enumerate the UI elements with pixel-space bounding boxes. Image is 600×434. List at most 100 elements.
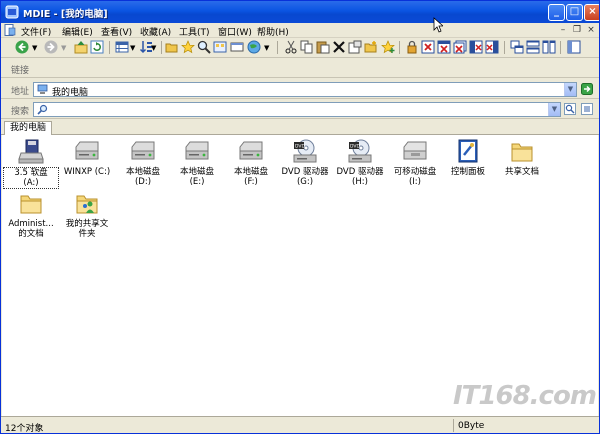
cut-icon[interactable] xyxy=(284,40,298,54)
toolbar-separator xyxy=(109,41,110,54)
toolbar-separator xyxy=(399,41,400,54)
item-label: 控制面板 xyxy=(450,167,485,177)
new-folder-icon[interactable] xyxy=(364,40,378,54)
close-all-icon[interactable] xyxy=(453,40,467,54)
mdi-close-button[interactable]: × xyxy=(585,24,597,36)
window-icon[interactable] xyxy=(230,40,244,54)
close-right-icon[interactable] xyxy=(485,40,499,54)
view-icon[interactable] xyxy=(115,40,129,54)
title-bar[interactable]: MDIE - [我的电脑] _ □ × xyxy=(1,1,599,23)
close-left-icon[interactable] xyxy=(469,40,483,54)
item-label: 本地磁盘 (D:) xyxy=(125,167,160,187)
item-floppy-a[interactable]: 3.5 软盘 (A:) xyxy=(3,139,59,189)
copy-icon[interactable] xyxy=(300,40,314,54)
open-folder-icon[interactable] xyxy=(165,40,179,54)
watermark: IT168.com xyxy=(453,381,597,411)
forward-dropdown-icon[interactable]: ▼ xyxy=(61,44,75,58)
window-title: MDIE - [我的电脑] xyxy=(23,9,108,20)
search-go-icon[interactable] xyxy=(564,103,576,115)
tab-my-computer[interactable]: 我的电脑 xyxy=(4,121,53,136)
item-control-panel[interactable]: 控制面板 xyxy=(440,139,496,177)
close-button[interactable]: × xyxy=(584,4,599,21)
properties-icon[interactable] xyxy=(348,40,362,54)
address-dropdown-icon[interactable]: ▼ xyxy=(564,83,576,96)
floppy-drive-icon xyxy=(18,139,44,164)
menu-file[interactable]: 文件(F) xyxy=(21,25,51,38)
sort-dropdown-icon[interactable]: ▼ xyxy=(151,44,165,58)
delete-icon[interactable] xyxy=(332,40,346,54)
item-drive-f[interactable]: 本地磁盘 (F:) xyxy=(223,139,279,187)
go-arrow-icon[interactable] xyxy=(581,83,593,95)
paste-icon[interactable] xyxy=(316,40,330,54)
item-removable-i[interactable]: 可移动磁盘 (I:) xyxy=(387,139,443,187)
item-label: 3.5 软盘 (A:) xyxy=(3,167,59,189)
file-view: 3.5 软盘 (A:) WINXP (C:) 本地磁盘 (D:) 本地磁盘 (E… xyxy=(2,135,598,416)
forward-icon[interactable] xyxy=(44,40,58,54)
item-label: 本地磁盘 (F:) xyxy=(233,167,268,187)
menu-favorites[interactable]: 收藏(A) xyxy=(140,25,171,38)
svg-text:DVD: DVD xyxy=(295,144,305,150)
dvd-drive-icon: DVD xyxy=(293,139,317,163)
item-label: DVD 驱动器 (G:) xyxy=(281,167,329,187)
cascade-icon[interactable] xyxy=(510,40,524,54)
back-icon[interactable] xyxy=(15,40,29,54)
item-dvd-h[interactable]: DVD DVD 驱动器 (H:) xyxy=(332,139,388,187)
item-drive-e[interactable]: 本地磁盘 (E:) xyxy=(169,139,225,187)
item-shared-docs[interactable]: 共享文档 xyxy=(494,139,550,177)
search-options-icon[interactable] xyxy=(581,103,593,115)
item-label: WINXP (C:) xyxy=(63,167,111,177)
computer-icon xyxy=(37,84,48,94)
hard-disk-icon xyxy=(131,141,155,160)
item-label: 我的共享文 件夹 xyxy=(65,219,109,239)
menu-view[interactable]: 查看(V) xyxy=(101,25,132,38)
item-drive-d[interactable]: 本地磁盘 (D:) xyxy=(115,139,171,187)
item-label: DVD 驱动器 (H:) xyxy=(336,167,384,187)
menu-tools[interactable]: 工具(T) xyxy=(179,25,210,38)
item-label: 本地磁盘 (E:) xyxy=(179,167,214,187)
item-admin-docs[interactable]: Administ... 的文档 xyxy=(3,191,59,239)
search-icon[interactable] xyxy=(197,40,211,54)
menu-help[interactable]: 帮助(H) xyxy=(257,25,289,38)
document-icon xyxy=(4,24,16,36)
globe-dropdown-icon[interactable]: ▼ xyxy=(264,44,278,58)
links-bar: 链接 xyxy=(1,58,599,78)
maximize-button[interactable]: □ xyxy=(566,4,583,21)
folder-icon xyxy=(20,195,42,214)
toolbar-separator xyxy=(277,41,278,54)
search-dropdown-icon[interactable]: ▼ xyxy=(548,103,560,116)
hard-disk-icon xyxy=(185,141,209,160)
globe-icon[interactable] xyxy=(247,40,261,54)
folder-icon xyxy=(511,143,533,162)
lock-icon[interactable] xyxy=(405,40,419,54)
toolbar-separator xyxy=(504,41,505,54)
sidebar-toggle-icon[interactable] xyxy=(567,40,581,54)
hard-disk-icon xyxy=(239,141,263,160)
toolbar-separator xyxy=(161,41,162,54)
item-label: Administ... 的文档 xyxy=(8,219,54,239)
mdi-restore-button[interactable]: ❐ xyxy=(571,24,583,36)
item-my-shared-folder[interactable]: 我的共享文 件夹 xyxy=(59,191,115,239)
close-window-icon[interactable] xyxy=(421,40,435,54)
tile-horizontal-icon[interactable] xyxy=(526,40,540,54)
minimize-button[interactable]: _ xyxy=(548,4,565,21)
menu-window[interactable]: 窗口(W) xyxy=(218,25,252,38)
tile-vertical-icon[interactable] xyxy=(542,40,556,54)
hard-disk-icon xyxy=(75,141,99,160)
browser-window: MDIE - [我的电脑] _ □ × 文件(F) 编辑(E) 查看(V) 收藏… xyxy=(0,0,600,434)
refresh-icon[interactable] xyxy=(90,40,104,54)
mdi-minimize-button[interactable]: – xyxy=(557,24,569,36)
address-input[interactable]: 我的电脑 ▼ xyxy=(33,82,577,98)
item-label: 可移动磁盘 (I:) xyxy=(393,167,437,187)
toolbar-separator xyxy=(560,41,561,54)
links-label[interactable]: 链接 xyxy=(11,63,29,76)
favorites-star-icon[interactable] xyxy=(181,40,195,54)
folder-view-icon[interactable] xyxy=(213,40,227,54)
menu-bar: 文件(F) 编辑(E) 查看(V) 收藏(A) 工具(T) 窗口(W) 帮助(H… xyxy=(1,23,599,38)
menu-edit[interactable]: 编辑(E) xyxy=(62,25,93,38)
up-folder-icon[interactable] xyxy=(74,40,88,54)
add-favorite-icon[interactable] xyxy=(381,40,395,54)
search-input[interactable]: ▼ xyxy=(33,102,561,117)
close-others-icon[interactable] xyxy=(437,40,451,54)
item-drive-c[interactable]: WINXP (C:) xyxy=(59,139,115,177)
item-dvd-g[interactable]: DVD DVD 驱动器 (G:) xyxy=(277,139,333,187)
